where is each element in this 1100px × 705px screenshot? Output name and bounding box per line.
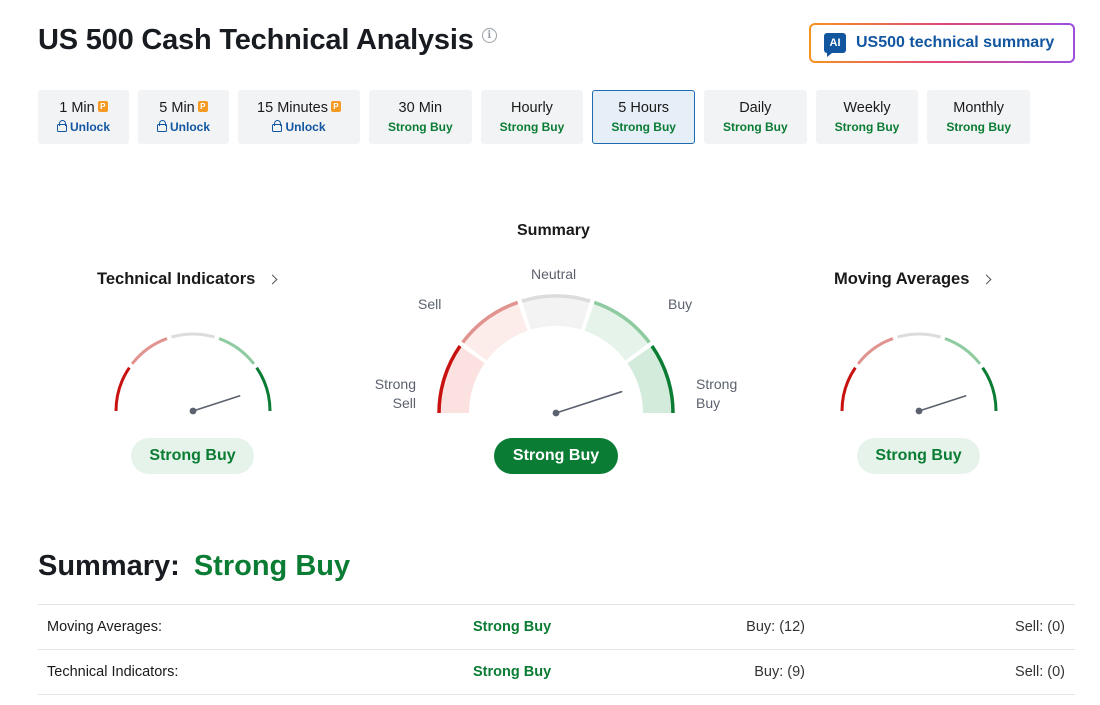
- gauge-segment-strong-buy: [981, 366, 998, 412]
- tab-label: Daily: [739, 100, 772, 116]
- summary-table: Moving Averages: Strong Buy Buy: (12) Se…: [38, 604, 1075, 695]
- tab-1-min[interactable]: 1 Min P Unlock: [38, 90, 130, 144]
- moving-averages-gauge: [840, 332, 998, 415]
- tab-label: Monthly: [953, 100, 1005, 116]
- tab-label: 5 Min P: [159, 100, 208, 116]
- gauge-needle: [555, 390, 623, 414]
- tab-hourly[interactable]: Hourly Strong Buy: [480, 90, 584, 144]
- ai-summary-button-inner: AI US500 technical summary: [811, 25, 1073, 61]
- tab-status: Strong Buy: [387, 120, 453, 134]
- tab-label: Weekly: [843, 100, 891, 116]
- tab-label: 1 Min P: [59, 100, 108, 116]
- gauge-segment-neutral: [171, 332, 215, 339]
- gauge-label-strong-buy: Strong Buy: [696, 376, 738, 411]
- summary-gauge: [437, 294, 675, 417]
- technical-indicators-title: Technical Indicators: [97, 270, 256, 288]
- moving-averages-result: Strong Buy: [857, 438, 980, 474]
- tab-status: Strong Buy: [834, 120, 900, 134]
- tab-15-minutes[interactable]: 15 Minutes P Unlock: [238, 90, 360, 144]
- tab-monthly[interactable]: Monthly Strong Buy: [927, 90, 1030, 144]
- row-buy-count: Buy: (9): [754, 664, 805, 680]
- pro-icon: P: [330, 100, 341, 112]
- row-sell-count: Sell: (0): [1015, 619, 1065, 635]
- info-icon[interactable]: i: [481, 28, 497, 43]
- moving-averages-link[interactable]: Moving Averages: [834, 270, 992, 289]
- pro-icon: P: [197, 100, 208, 112]
- moving-averages-title: Moving Averages: [834, 270, 970, 288]
- tab-5-min[interactable]: 5 Min P Unlock: [138, 90, 230, 144]
- lock-icon: [157, 120, 168, 132]
- summary-line-label: Summary:: [38, 550, 180, 582]
- tab-status: Unlock: [57, 120, 110, 134]
- tab-weekly[interactable]: Weekly Strong Buy: [815, 90, 919, 144]
- tab-status: Strong Buy: [611, 120, 676, 134]
- gauge-label-neutral: Neutral: [531, 266, 577, 282]
- gauge-label-strong-sell: Strong Sell: [374, 376, 416, 411]
- gauge-needle-pivot: [552, 409, 560, 417]
- gauge-segment-strong-sell: [114, 366, 131, 412]
- summary-line: Summary: Strong Buy: [38, 550, 350, 583]
- chevron-right-icon: [981, 274, 992, 285]
- summary-line-value: Strong Buy: [193, 550, 351, 582]
- tab-status: Strong Buy: [499, 120, 565, 134]
- gauge-segment-sell: [856, 337, 894, 365]
- gauge-band-strong-sell: [439, 346, 485, 413]
- row-buy-count: Buy: (12): [746, 619, 805, 635]
- row-name: Moving Averages:: [47, 619, 162, 635]
- gauge-segment-buy: [218, 337, 256, 365]
- ai-chat-icon: AI: [824, 33, 846, 57]
- gauge-band-strong-buy: [627, 346, 673, 413]
- gauge-segment-neutral: [897, 332, 941, 339]
- table-row: Moving Averages: Strong Buy Buy: (12) Se…: [38, 605, 1075, 650]
- summary-gauge-title: Summary: [517, 222, 590, 239]
- gauge-segment-buy: [944, 337, 982, 365]
- tab-label: 30 Min: [398, 100, 443, 116]
- tab-status: Strong Buy: [946, 120, 1011, 134]
- tab-daily[interactable]: Daily Strong Buy: [703, 90, 807, 144]
- gauge-segment-sell: [130, 337, 168, 365]
- gauge-segment-strong-sell: [840, 366, 857, 412]
- gauge-segment-strong-buy: [255, 366, 272, 412]
- chevron-right-icon: [267, 274, 278, 285]
- row-result: Strong Buy: [473, 664, 552, 680]
- tab-status: Unlock: [272, 120, 326, 134]
- gauge-band-neutral: [521, 296, 591, 330]
- tab-label: 5 Hours: [618, 100, 670, 116]
- tab-status: Unlock: [157, 120, 210, 134]
- tab-name-text: 15 Minutes: [257, 100, 328, 116]
- gauge-needle-pivot: [915, 407, 923, 415]
- tab-status-text: Unlock: [285, 120, 326, 134]
- tab-label: Hourly: [511, 100, 553, 116]
- tab-label: 15 Minutes P: [257, 100, 341, 116]
- tab-status-text: Unlock: [170, 120, 211, 134]
- technical-indicators-result: Strong Buy: [131, 438, 254, 474]
- pro-icon: P: [97, 100, 108, 112]
- technical-indicators-gauge: [114, 332, 272, 415]
- table-row: Technical Indicators: Strong Buy Buy: (9…: [38, 650, 1075, 695]
- page-title-text: US 500 Cash Technical Analysis: [38, 24, 474, 56]
- tab-name-text: 5 Min: [159, 100, 195, 116]
- page-title: US 500 Cash Technical Analysis i: [38, 24, 497, 57]
- tab-5-hours[interactable]: 5 Hours Strong Buy: [592, 90, 695, 144]
- gauge-needle: [918, 395, 967, 412]
- row-sell-count: Sell: (0): [1015, 664, 1065, 680]
- tab-name-text: 1 Min: [59, 100, 95, 116]
- tab-30-min[interactable]: 30 Min Strong Buy: [368, 90, 472, 144]
- lock-icon: [272, 120, 283, 132]
- technical-indicators-link[interactable]: Technical Indicators: [97, 270, 278, 289]
- ai-summary-label: US500 technical summary: [856, 34, 1055, 51]
- ai-summary-button[interactable]: AI US500 technical summary: [809, 23, 1075, 63]
- tab-status: Strong Buy: [722, 120, 788, 134]
- gauge-needle-pivot: [189, 407, 197, 415]
- lock-icon: [57, 120, 67, 132]
- summary-result: Strong Buy: [494, 438, 618, 474]
- tab-status-text: Unlock: [70, 120, 111, 134]
- row-result: Strong Buy: [473, 619, 552, 635]
- gauge-needle: [192, 395, 241, 412]
- timeframe-tabs: 1 Min P Unlock 5 Min P Unlock 15 Minutes P …: [38, 90, 1030, 144]
- row-name: Technical Indicators:: [47, 664, 179, 680]
